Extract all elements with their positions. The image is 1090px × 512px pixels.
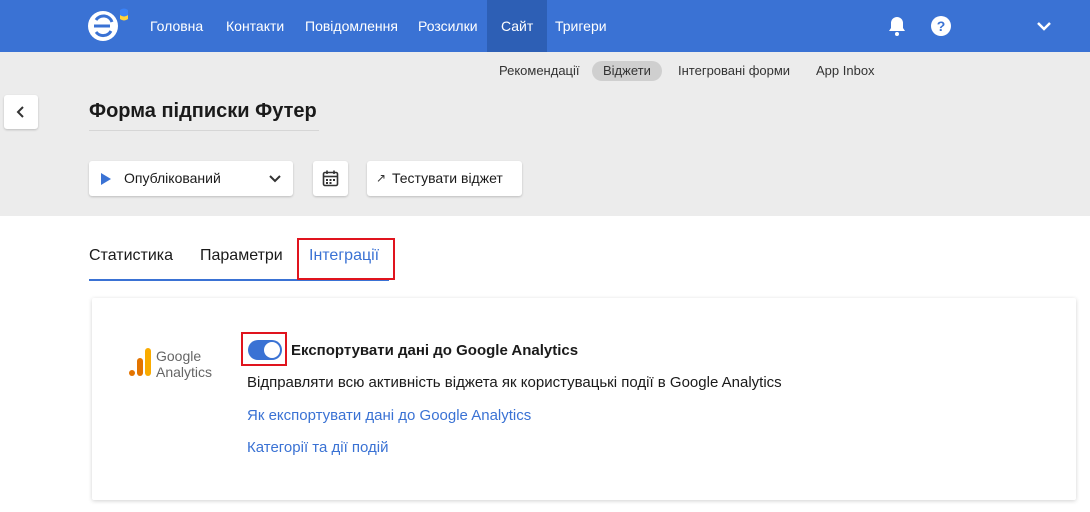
nav-item-messages[interactable]: Повідомлення [293, 0, 410, 52]
play-icon [101, 173, 111, 185]
chevron-down-icon [269, 175, 281, 183]
tab-statistics[interactable]: Статистика [89, 247, 173, 265]
test-widget-button[interactable]: ↗ Тестувати віджет [367, 161, 522, 196]
tab-highlight-frame [297, 238, 395, 280]
integration-card [92, 298, 1076, 500]
ga-logo-text-analytics: Analytics [156, 364, 213, 380]
event-categories-link[interactable]: Категорії та дії подій [247, 439, 389, 456]
app-logo[interactable] [86, 6, 136, 46]
subnav-item-app-inbox[interactable]: App Inbox [805, 61, 886, 81]
status-value: Опублікований [124, 170, 221, 186]
top-navbar: Головна Контакти Повідомлення Розсилки С… [0, 0, 1090, 52]
schedule-button[interactable] [313, 161, 348, 196]
google-analytics-logo: Google Analytics [128, 346, 218, 380]
title-divider [89, 130, 319, 131]
calendar-icon [322, 170, 339, 187]
page-title: Форма підписки Футер [89, 100, 317, 122]
nav-item-home[interactable]: Головна [138, 0, 215, 52]
toggle-knob [264, 342, 280, 358]
subnav-item-widgets[interactable]: Віджети [592, 61, 662, 81]
nav-item-triggers[interactable]: Тригери [543, 0, 619, 52]
external-link-icon: ↗ [376, 171, 387, 185]
nav-item-contacts[interactable]: Контакти [214, 0, 296, 52]
help-icon[interactable]: ? [929, 14, 953, 38]
svg-text:?: ? [937, 18, 946, 34]
export-description: Відправляти всю активність віджета як ко… [247, 374, 782, 391]
status-select[interactable]: Опублікований [89, 161, 293, 196]
export-title: Експортувати дані до Google Analytics [291, 342, 579, 359]
bell-icon[interactable] [885, 14, 909, 38]
back-button[interactable] [4, 95, 38, 129]
subnav-item-embedded-forms[interactable]: Інтегровані форми [667, 61, 801, 81]
tab-parameters[interactable]: Параметри [200, 247, 283, 265]
chevron-left-icon [16, 106, 24, 118]
google-analytics-icon [129, 348, 151, 376]
subnav-item-recommendations[interactable]: Рекомендації [488, 61, 591, 81]
chevron-down-icon[interactable] [1032, 14, 1056, 38]
test-widget-label: Тестувати віджет [392, 170, 503, 186]
nav-item-site[interactable]: Сайт [487, 0, 548, 52]
how-to-export-link[interactable]: Як експортувати дані до Google Analytics [247, 407, 531, 424]
nav-item-campaigns[interactable]: Розсилки [406, 0, 490, 52]
ga-logo-text-google: Google [156, 348, 202, 364]
export-toggle[interactable] [248, 340, 282, 360]
